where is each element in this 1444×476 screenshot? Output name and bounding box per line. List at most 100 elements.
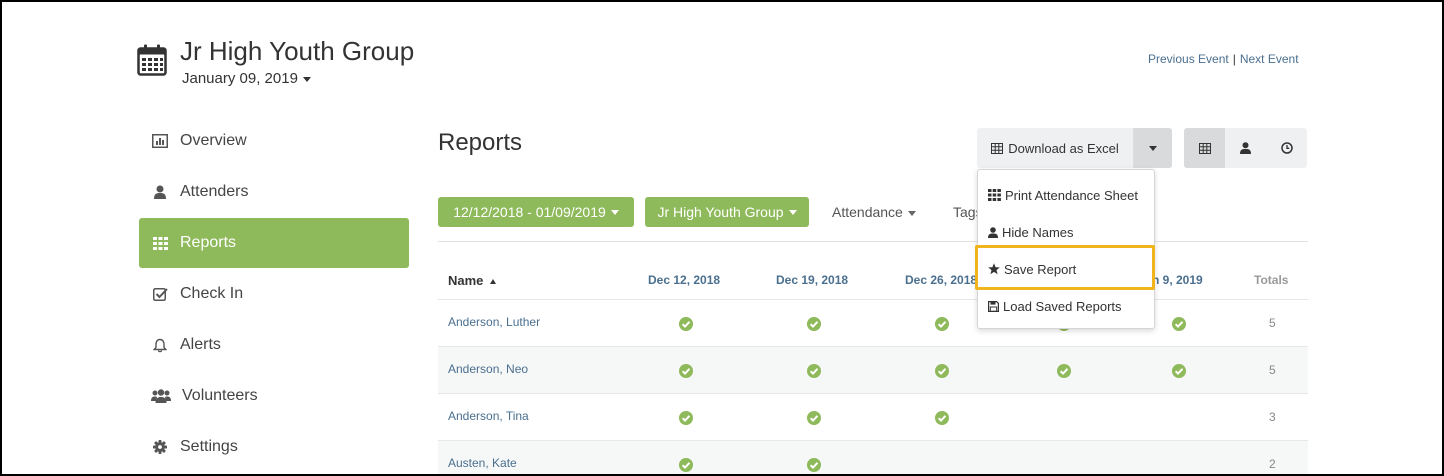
- attendance-filter-label: Attendance: [832, 204, 903, 220]
- star-icon: [988, 263, 1000, 275]
- column-header-totals: Totals: [1254, 273, 1289, 287]
- download-button-group: Download as Excel: [977, 128, 1172, 168]
- gear-icon: [151, 439, 169, 455]
- caret-down-icon: [788, 209, 797, 215]
- sidebar-item-reports[interactable]: Reports: [139, 218, 409, 268]
- event-title: Jr High Youth Group: [180, 36, 415, 66]
- column-header-date[interactable]: n 9, 2019: [1152, 273, 1203, 287]
- attender-name-link[interactable]: Anderson, Neo: [448, 362, 528, 376]
- table-row: Anderson, Neo 5: [438, 346, 1308, 393]
- column-header-date[interactable]: Dec 26, 2018: [905, 273, 977, 287]
- date-range-filter[interactable]: 12/12/2018 - 01/09/2019: [438, 197, 634, 227]
- calendar-icon: [137, 44, 167, 76]
- divider: [438, 241, 1308, 242]
- sidebar-item-attenders[interactable]: Attenders: [139, 167, 409, 217]
- check-circle-icon: [679, 411, 693, 425]
- menu-item-label: Hide Names: [1002, 224, 1074, 240]
- row-total: 5: [1269, 316, 1276, 330]
- group-filter[interactable]: Jr High Youth Group: [645, 197, 809, 227]
- caret-down-icon: [302, 76, 311, 82]
- sidebar-item-alerts[interactable]: Alerts: [139, 320, 409, 370]
- row-total: 2: [1269, 457, 1276, 471]
- column-header-date[interactable]: Dec 12, 2018: [648, 273, 720, 287]
- attender-name-link[interactable]: Austen, Kate: [448, 456, 517, 470]
- person-view-button[interactable]: [1225, 128, 1266, 168]
- table-row: Austen, Kate 2: [438, 440, 1308, 474]
- menu-item-label: Print Attendance Sheet: [1005, 187, 1138, 203]
- check-circle-icon: [807, 364, 821, 378]
- event-nav-separator: |: [1232, 52, 1236, 66]
- event-nav: Previous Event | Next Event: [1148, 52, 1299, 66]
- user-icon: [988, 226, 998, 238]
- attendance-filter[interactable]: Attendance: [832, 204, 916, 220]
- row-total: 3: [1269, 410, 1276, 424]
- check-circle-icon: [1057, 364, 1071, 378]
- bar-chart-icon: [151, 133, 169, 149]
- caret-down-icon: [907, 210, 916, 216]
- caret-down-icon: [610, 209, 619, 215]
- row-total: 5: [1269, 363, 1276, 377]
- event-date-dropdown[interactable]: January 09, 2019: [182, 70, 311, 87]
- save-report-item[interactable]: Save Report: [978, 253, 1154, 285]
- grid-icon: [988, 189, 1001, 201]
- checkbox-icon: [151, 286, 169, 302]
- attender-name-link[interactable]: Anderson, Tina: [448, 409, 529, 423]
- check-circle-icon: [807, 317, 821, 331]
- sidebar-item-label: Overview: [180, 132, 247, 149]
- download-excel-button[interactable]: Download as Excel: [977, 128, 1134, 168]
- next-event-link[interactable]: Next Event: [1240, 52, 1299, 66]
- download-excel-label: Download as Excel: [1008, 140, 1119, 156]
- menu-item-label: Save Report: [1004, 261, 1077, 277]
- load-saved-reports-item[interactable]: Load Saved Reports: [978, 290, 1154, 322]
- check-circle-icon: [1172, 317, 1186, 331]
- user-icon: [151, 184, 169, 200]
- check-circle-icon: [679, 364, 693, 378]
- menu-item-label: Load Saved Reports: [1003, 298, 1122, 314]
- sidebar-item-label: Reports: [180, 234, 237, 251]
- download-options-toggle[interactable]: [1134, 128, 1172, 168]
- app-window: Jr High Youth Group January 09, 2019 Pre…: [0, 0, 1444, 476]
- users-icon: [151, 388, 171, 404]
- sidebar-item-label: Settings: [180, 438, 238, 455]
- check-circle-icon: [679, 458, 693, 472]
- sidebar-item-overview[interactable]: Overview: [139, 116, 409, 166]
- group-filter-label: Jr High Youth Group: [657, 204, 784, 220]
- event-date-label: January 09, 2019: [182, 70, 298, 87]
- sidebar-item-label: Alerts: [180, 336, 221, 353]
- sort-ascending-icon: [490, 279, 497, 285]
- attender-name-link[interactable]: Anderson, Luther: [448, 315, 540, 329]
- check-circle-icon: [935, 317, 949, 331]
- check-circle-icon: [935, 411, 949, 425]
- download-options-menu: Print Attendance Sheet Hide Names Save R…: [977, 169, 1155, 329]
- grid-icon: [151, 235, 169, 251]
- floppy-icon: [988, 300, 999, 312]
- sidebar-item-volunteers[interactable]: Volunteers: [139, 371, 409, 421]
- page-title: Reports: [438, 129, 523, 156]
- column-header-date[interactable]: Dec 19, 2018: [776, 273, 848, 287]
- table-icon: [991, 142, 1004, 154]
- clock-icon: [1280, 142, 1293, 154]
- table-row: Anderson, Luther 5: [438, 299, 1308, 346]
- sidebar-item-settings[interactable]: Settings: [139, 422, 409, 472]
- check-circle-icon: [807, 411, 821, 425]
- bell-icon: [151, 337, 169, 353]
- sidebar-item-check-in[interactable]: Check In: [139, 269, 409, 319]
- check-circle-icon: [935, 364, 949, 378]
- caret-down-icon: [1149, 145, 1157, 151]
- table-view-button[interactable]: [1184, 128, 1225, 168]
- date-range-label: 12/12/2018 - 01/09/2019: [453, 204, 606, 220]
- print-attendance-sheet-item[interactable]: Print Attendance Sheet: [978, 179, 1154, 211]
- user-icon: [1240, 142, 1251, 154]
- sidebar-item-label: Volunteers: [182, 387, 258, 404]
- check-circle-icon: [807, 458, 821, 472]
- previous-event-link[interactable]: Previous Event: [1148, 52, 1229, 66]
- time-view-button[interactable]: [1266, 128, 1307, 168]
- column-header-label: Name: [448, 273, 484, 288]
- sidebar-item-label: Attenders: [180, 183, 249, 200]
- view-toggle-group: [1184, 128, 1307, 168]
- sidebar-item-label: Check In: [180, 285, 244, 302]
- table-icon: [1198, 142, 1211, 154]
- table-row: Anderson, Tina 3: [438, 393, 1308, 440]
- hide-names-item[interactable]: Hide Names: [978, 216, 1154, 248]
- column-header-name[interactable]: Name: [448, 273, 497, 288]
